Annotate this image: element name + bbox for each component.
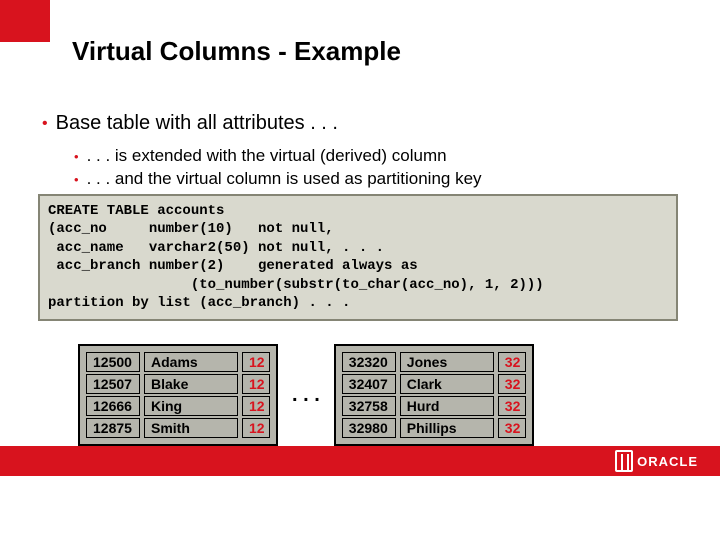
col-acc-branch: 12 12 12 12 xyxy=(242,352,270,438)
bullet-main-text: Base table with all attributes . . . xyxy=(56,112,338,134)
table-cell: 12 xyxy=(242,352,270,372)
table-cell: 12 xyxy=(242,374,270,394)
sub-bullet-list: • . . . is extended with the virtual (der… xyxy=(74,145,690,191)
table-cell: 32407 xyxy=(342,374,396,394)
col-acc-branch: 32 32 32 32 xyxy=(498,352,526,438)
table-cell: 12666 xyxy=(86,396,140,416)
table-cell: 32758 xyxy=(342,396,396,416)
ellipsis: . . . xyxy=(292,384,320,407)
body-area: • Base table with all attributes . . . •.… xyxy=(30,112,690,191)
table-cell: Adams xyxy=(144,352,238,372)
col-acc-name: Adams Blake King Smith xyxy=(144,352,238,438)
table-cell: 32980 xyxy=(342,418,396,438)
table-cell: 32320 xyxy=(342,352,396,372)
bullet-dot-icon: • xyxy=(74,149,79,164)
sql-code-block: CREATE TABLE accounts (acc_no number(10)… xyxy=(38,194,678,321)
table-cell: Clark xyxy=(400,374,494,394)
col-acc-name: Jones Clark Hurd Phillips xyxy=(400,352,494,438)
footer-red-bar xyxy=(0,446,720,476)
partition-box-1: 12500 12507 12666 12875 Adams Blake King… xyxy=(78,344,278,446)
table-cell: 32 xyxy=(498,418,526,438)
table-cell: 12 xyxy=(242,418,270,438)
partition-tables: 12500 12507 12666 12875 Adams Blake King… xyxy=(78,344,680,446)
table-cell: 12 xyxy=(242,396,270,416)
table-cell: 32 xyxy=(498,396,526,416)
table-cell: Phillips xyxy=(400,418,494,438)
sub-bullet-1: • . . . is extended with the virtual (der… xyxy=(74,145,690,168)
oracle-logo-text: ORACLE xyxy=(637,454,698,469)
table-cell: 32 xyxy=(498,352,526,372)
col-acc-no: 12500 12507 12666 12875 xyxy=(86,352,140,438)
table-cell: 12507 xyxy=(86,374,140,394)
table-cell: King xyxy=(144,396,238,416)
bullet-dot-icon: • xyxy=(42,115,48,132)
bullet-dot-icon: • xyxy=(74,172,79,187)
oracle-logo: ORACLE xyxy=(615,450,698,472)
sub-bullet-1-text: . . . is extended with the virtual (deri… xyxy=(87,146,447,165)
table-cell: Blake xyxy=(144,374,238,394)
sub-bullet-2: • . . . and the virtual column is used as… xyxy=(74,168,690,191)
table-cell: 12875 xyxy=(86,418,140,438)
table-cell: Jones xyxy=(400,352,494,372)
table-cell: Hurd xyxy=(400,396,494,416)
oracle-logo-icon xyxy=(615,450,633,472)
red-corner-block xyxy=(0,0,50,42)
bullet-main: • Base table with all attributes . . . xyxy=(42,112,690,135)
table-cell: 12500 xyxy=(86,352,140,372)
partition-box-2: 32320 32407 32758 32980 Jones Clark Hurd… xyxy=(334,344,534,446)
slide-title: Virtual Columns - Example xyxy=(72,36,401,67)
table-cell: Smith xyxy=(144,418,238,438)
sub-bullet-2-text: . . . and the virtual column is used as … xyxy=(87,169,482,188)
table-cell: 32 xyxy=(498,374,526,394)
col-acc-no: 32320 32407 32758 32980 xyxy=(342,352,396,438)
